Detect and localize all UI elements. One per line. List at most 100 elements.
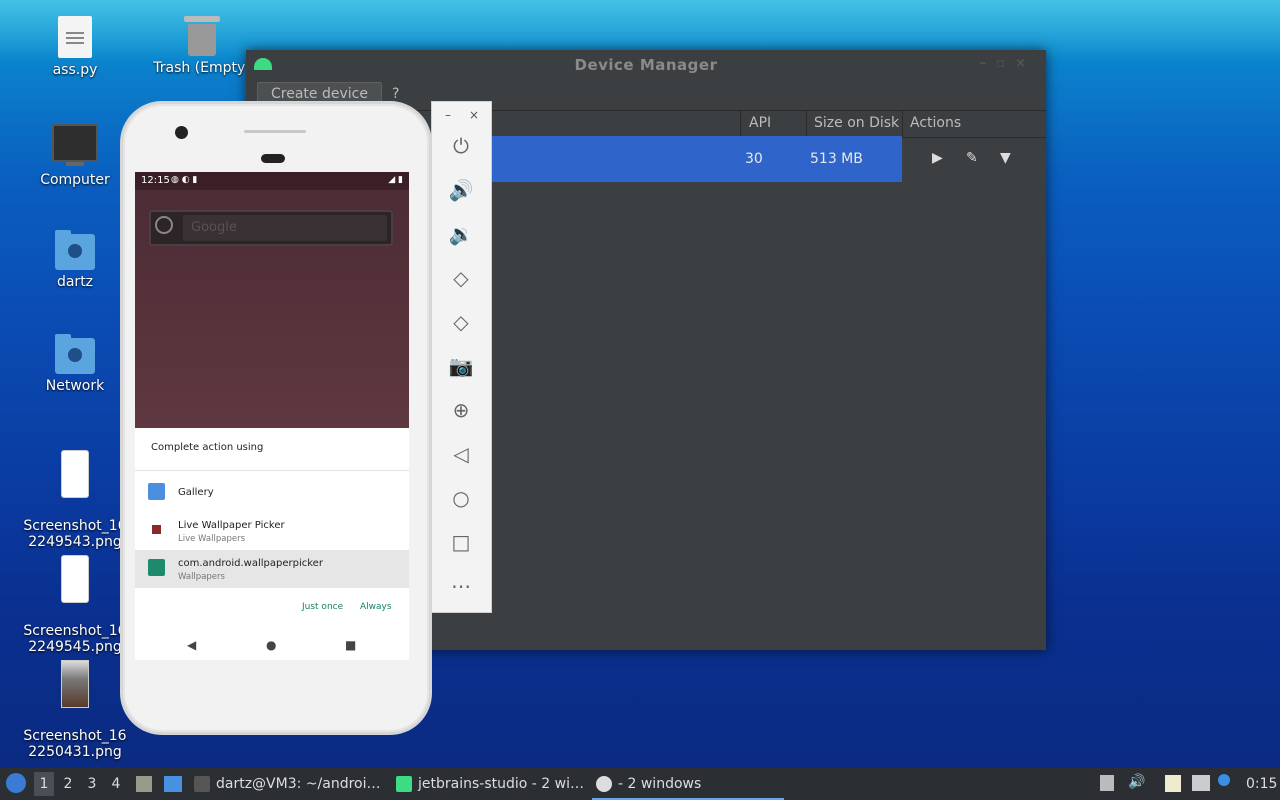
task-label: jetbrains-studio - 2 wi… <box>418 776 584 792</box>
updates-icon[interactable] <box>1100 775 1114 791</box>
desktop-icon-network[interactable]: Network <box>20 334 130 394</box>
desktop-icon-computer[interactable]: Computer <box>20 124 130 188</box>
volume-icon[interactable]: 🔊 <box>1128 774 1145 790</box>
image-file-icon <box>61 660 89 708</box>
chooser-title: Complete action using <box>151 442 264 453</box>
search-input[interactable]: Google <box>183 215 387 241</box>
window-titlebar[interactable]: Device Manager –▫× <box>246 50 1046 80</box>
front-camera <box>175 126 188 139</box>
clipboard-icon[interactable] <box>1165 775 1181 792</box>
workspace-4[interactable]: 4 <box>106 776 126 792</box>
volume-down-icon[interactable]: 🔉 <box>448 221 474 247</box>
python-file-icon <box>58 16 92 58</box>
search-icon <box>155 216 173 234</box>
app-subtitle: Wallpapers <box>178 572 225 582</box>
window-controls[interactable]: –▫× <box>980 56 1036 71</box>
emulator-icon <box>596 776 612 792</box>
nav-back-icon[interactable]: ◀ <box>187 638 196 652</box>
chevron-down-icon[interactable]: ▼ <box>1000 150 1011 166</box>
task-terminal[interactable]: dartz@VM3: ~/androi… <box>190 768 412 800</box>
desktop-icon-label: Screenshot_16 2250431.png <box>23 728 127 760</box>
desktop-icon-dartz[interactable]: dartz <box>20 230 130 290</box>
back-icon[interactable]: ◁ <box>448 441 474 467</box>
nav-recents-icon[interactable]: ■ <box>345 638 356 652</box>
network-folder-icon <box>55 334 95 374</box>
app-name: com.android.wallpaperpicker <box>178 558 323 569</box>
minimize-icon[interactable]: – <box>445 108 451 122</box>
live-wallpaper-icon <box>148 521 165 538</box>
status-time: 12:15 <box>141 175 170 186</box>
phone-emulator: 12:15 ◍ ◐ ▮ ◢ ▮ Google Complete action u… <box>120 101 432 735</box>
desktop-icon-label: dartz <box>56 274 94 290</box>
app-option-live-wallpaper[interactable]: Live Wallpaper Picker Live Wallpapers <box>135 512 409 550</box>
home-wallpaper: 12:15 ◍ ◐ ▮ ◢ ▮ Google <box>135 172 409 428</box>
terminal-icon <box>194 776 210 792</box>
camera-icon[interactable]: 📷 <box>448 353 474 379</box>
desktop-icon-screenshot-3[interactable]: Screenshot_16 2250431.png <box>20 644 130 776</box>
notification-icon[interactable] <box>1218 774 1230 786</box>
divider <box>135 470 409 471</box>
zoom-icon[interactable]: ⊕ <box>448 397 474 423</box>
file-manager-launcher-icon[interactable] <box>136 776 152 792</box>
row-actions: ▶ ✎ ▼ <box>902 136 1046 182</box>
app-subtitle: Live Wallpapers <box>178 534 246 544</box>
app-name: Live Wallpaper Picker <box>178 520 285 531</box>
computer-icon <box>52 124 98 166</box>
edit-pencil-icon[interactable]: ✎ <box>966 150 978 166</box>
notification-icon: ◍ ◐ ▮ <box>171 175 198 185</box>
start-menu-icon[interactable] <box>6 773 26 793</box>
rotate-left-icon[interactable]: ◇ <box>448 265 474 291</box>
desktop-icon-label: Trash (Empty) <box>153 60 251 76</box>
chooser-sheet: Complete action using Gallery Live Wallp… <box>135 428 409 660</box>
nav-home-icon[interactable]: ● <box>266 638 276 652</box>
desktop-launcher-icon[interactable] <box>164 776 182 792</box>
close-icon[interactable]: × <box>469 108 479 122</box>
task-label: dartz@VM3: ~/androi… <box>216 776 381 792</box>
desktop-icon-label: Computer <box>40 172 110 188</box>
size-cell: 513 MB <box>810 151 863 167</box>
desktop-icon-label: Network <box>45 378 105 394</box>
column-api[interactable]: API <box>749 115 771 131</box>
speaker-grill <box>244 130 306 133</box>
battery-icon: ◢ ▮ <box>388 175 403 185</box>
launch-play-icon[interactable]: ▶ <box>932 150 943 166</box>
app-option-gallery[interactable]: Gallery <box>135 474 409 512</box>
more-icon[interactable]: ⋯ <box>448 573 474 599</box>
android-studio-icon <box>396 776 412 792</box>
clock[interactable]: 0:15 <box>1246 776 1277 792</box>
api-cell: 30 <box>745 151 763 167</box>
task-jetbrains-studio[interactable]: jetbrains-studio - 2 wi… <box>392 768 614 800</box>
gallery-icon <box>148 483 165 500</box>
app-name: Gallery <box>178 487 214 498</box>
workspace-3[interactable]: 3 <box>82 776 102 792</box>
help-button[interactable]: ? <box>392 86 399 102</box>
always-button[interactable]: Always <box>360 602 392 612</box>
trash-icon <box>184 16 220 56</box>
window-title: Device Manager <box>574 56 718 74</box>
volume-up-icon[interactable]: 🔊 <box>448 177 474 203</box>
home-folder-icon <box>55 230 95 270</box>
home-icon[interactable]: ○ <box>448 485 474 511</box>
desktop-icon-ass-py[interactable]: ass.py <box>20 16 130 78</box>
google-search-widget[interactable]: Google <box>149 210 393 246</box>
taskbar: 1 2 3 4 dartz@VM3: ~/androi… jetbrains-s… <box>0 768 1280 800</box>
overview-icon[interactable]: □ <box>448 529 474 555</box>
phone-screen[interactable]: 12:15 ◍ ◐ ▮ ◢ ▮ Google Complete action u… <box>135 172 409 660</box>
workspace-2[interactable]: 2 <box>58 776 78 792</box>
image-file-icon <box>61 555 89 603</box>
image-file-icon <box>61 450 89 498</box>
task-label: - 2 windows <box>618 776 702 792</box>
desktop-icon-trash[interactable]: Trash (Empty) <box>147 16 257 76</box>
app-option-wallpaperpicker[interactable]: com.android.wallpaperpicker Wallpapers <box>135 550 409 588</box>
task-emulator[interactable]: - 2 windows <box>592 768 784 800</box>
android-app-icon <box>148 559 165 576</box>
network-icon[interactable] <box>1192 775 1210 791</box>
column-size[interactable]: Size on Disk <box>814 115 899 131</box>
just-once-button[interactable]: Just once <box>302 602 343 612</box>
rotate-right-icon[interactable]: ◇ <box>448 309 474 335</box>
status-bar: 12:15 ◍ ◐ ▮ ◢ ▮ <box>135 172 409 190</box>
desktop-icon-label: ass.py <box>52 62 98 78</box>
workspace-1[interactable]: 1 <box>34 772 54 796</box>
column-actions[interactable]: Actions <box>910 115 961 131</box>
power-icon[interactable]: ⏻ <box>448 133 474 159</box>
